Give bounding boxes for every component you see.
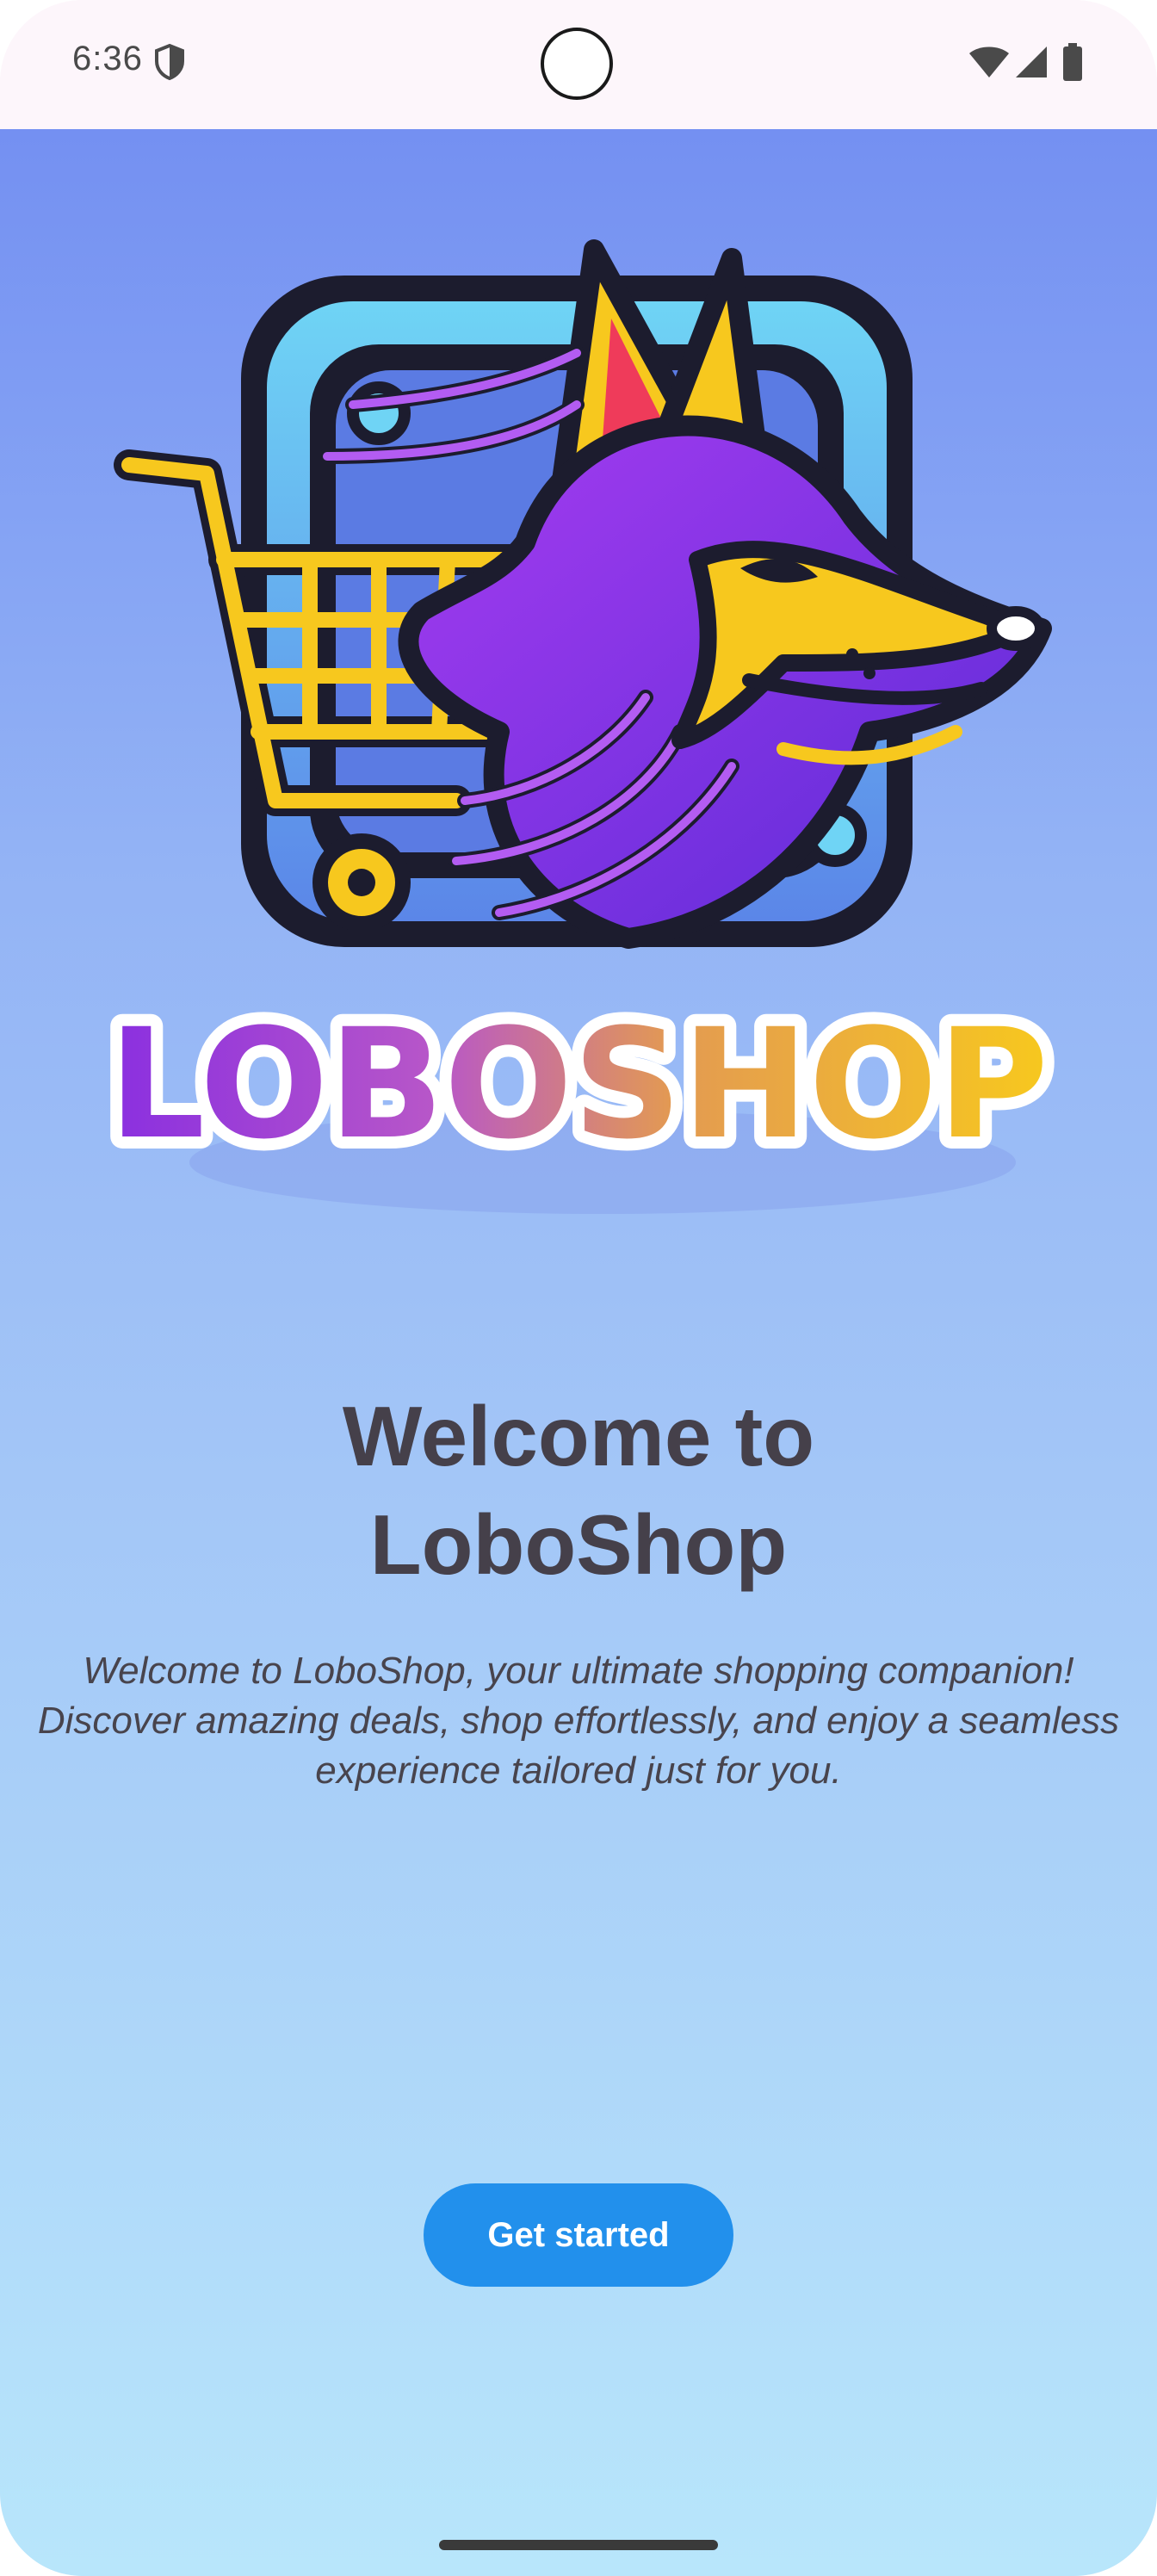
logo-wordmark: LOBOSHOP <box>108 996 1049 1173</box>
battery-icon <box>1063 43 1082 81</box>
status-time: 6:36 <box>72 40 143 77</box>
get-started-button[interactable]: Get started <box>424 2183 733 2287</box>
loboshop-logo: LOBOSHOP LOBOSHOP <box>96 239 1061 1214</box>
camera-cutout <box>541 28 613 100</box>
signal-icon <box>1016 46 1047 77</box>
phone-screen: 6:36 LOBOSHOP LOBOSHOP Welcome to LoboSh… <box>0 0 1157 2576</box>
shield-icon <box>155 43 184 81</box>
status-bar: 6:36 <box>0 0 1157 129</box>
wifi-icon <box>969 46 1009 77</box>
welcome-title: Welcome to LoboShop <box>342 1389 815 1592</box>
welcome-description: Welcome to LoboShop, your ultimate shopp… <box>37 1650 1120 1792</box>
home-indicator[interactable] <box>439 2540 718 2550</box>
onboarding-screen: LOBOSHOP LOBOSHOP Welcome to LoboShop We… <box>0 129 1157 2576</box>
